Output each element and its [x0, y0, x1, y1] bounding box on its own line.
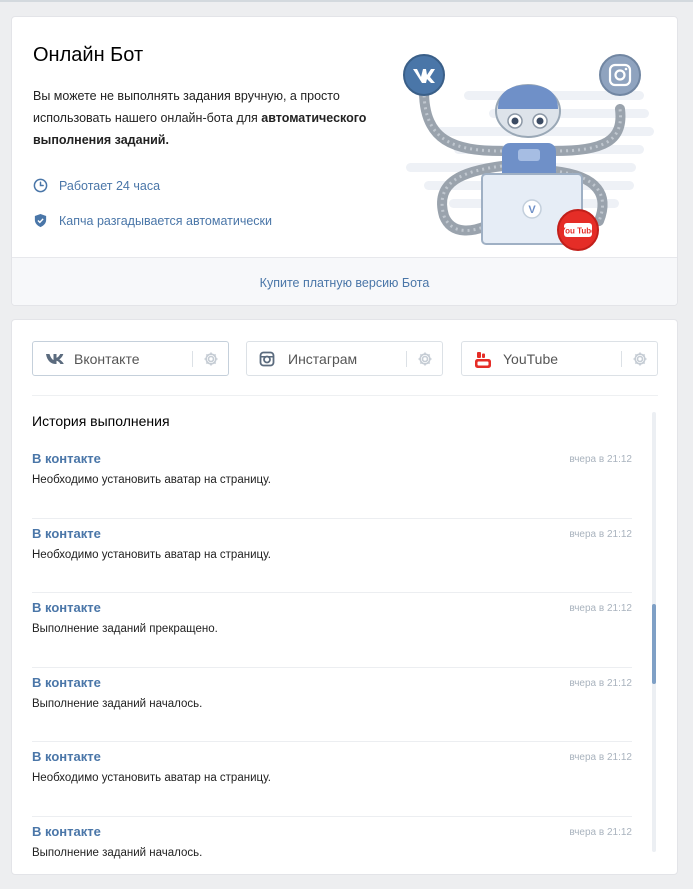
tab-label: Инстаграм	[288, 351, 358, 367]
feature-label: Капча разгадывается автоматически	[59, 213, 273, 228]
history-scrollbar-thumb[interactable]	[652, 604, 656, 684]
section-divider	[32, 395, 658, 396]
tab-divider	[192, 351, 193, 367]
history-item: В контакте вчера в 21:12 Необходимо уста…	[32, 519, 632, 593]
history-item-text: Необходимо установить аватар на страницу…	[32, 772, 271, 784]
tab-divider	[406, 351, 407, 367]
history-item-text: Необходимо установить аватар на страницу…	[32, 474, 271, 486]
tab-label: Вконтакте	[74, 351, 140, 367]
history-item: В контакте вчера в 21:12 Необходимо уста…	[32, 742, 632, 817]
history-item-time: вчера в 21:12	[569, 528, 632, 540]
buy-paid-version-link[interactable]: Купите платную версию Бота	[260, 276, 430, 290]
tasks-card: Вконтакте Инстаграм YouTube История выпо…	[11, 319, 678, 875]
history-title: История выполнения	[32, 413, 170, 429]
history-item-source[interactable]: В контакте	[32, 600, 101, 615]
history-scrollbar[interactable]	[652, 412, 656, 852]
history-item-text: Выполнение заданий началось.	[32, 846, 203, 859]
tab-instagram[interactable]: Инстаграм	[246, 341, 443, 376]
history-item: В контакте вчера в 21:12 Необходимо уста…	[32, 444, 632, 519]
robot-helmet	[498, 85, 558, 109]
network-tabs: Вконтакте Инстаграм YouTube	[32, 341, 658, 376]
history-item: В контакте вчера в 21:12 Выполнение зада…	[32, 668, 632, 742]
youtube-icon	[475, 352, 491, 368]
tab-divider	[621, 351, 622, 367]
laptop-logo: V	[528, 204, 536, 216]
bot-title: Онлайн Бот	[33, 44, 144, 66]
bot-footer: Купите платную версию Бота	[12, 257, 677, 305]
history-item-time: вчера в 21:12	[569, 603, 632, 614]
gear-icon[interactable]	[417, 351, 433, 367]
history-item-source[interactable]: В контакте	[32, 526, 101, 541]
bot-description: Вы можете не выполнять задания вручную, …	[33, 85, 393, 151]
history-item-time: вчера в 21:12	[569, 677, 632, 689]
history-item-time: вчера в 21:12	[569, 752, 632, 763]
feature-captcha: Капча разгадывается автоматически	[33, 213, 272, 228]
history-item-source[interactable]: В контакте	[32, 824, 101, 839]
history-item-time: вчера в 21:12	[569, 826, 632, 838]
feature-24-hours: Работает 24 часа	[33, 178, 160, 193]
feature-label: Работает 24 часа	[59, 178, 161, 193]
instagram-icon	[259, 351, 275, 367]
robot-illustration: V You Tube	[403, 54, 654, 251]
instagram-badge	[599, 54, 641, 96]
youtube-badge-label: You Tube	[560, 227, 596, 236]
history-item-source[interactable]: В контакте	[32, 675, 101, 690]
history-item: В контакте вчера в 21:12 Выполнение зада…	[32, 817, 632, 875]
history-item-text: Выполнение заданий прекращено.	[32, 623, 218, 635]
history-item-source[interactable]: В контакте	[32, 451, 101, 466]
tab-youtube[interactable]: YouTube	[461, 341, 658, 376]
gear-icon[interactable]	[632, 351, 648, 367]
history-item-text: Необходимо установить аватар на страницу…	[32, 548, 271, 561]
clock-icon	[33, 178, 48, 193]
vk-icon	[46, 354, 64, 364]
history-item-source[interactable]: В контакте	[32, 749, 101, 764]
tab-vkontakte[interactable]: Вконтакте	[32, 341, 229, 376]
shield-icon	[34, 213, 47, 228]
history-list: В контакте вчера в 21:12 Необходимо уста…	[32, 444, 632, 875]
online-bot-card: Онлайн Бот Вы можете не выполнять задани…	[11, 16, 678, 306]
gear-icon[interactable]	[203, 351, 219, 367]
top-border	[0, 0, 693, 2]
history-item: В контакте вчера в 21:12 Выполнение зада…	[32, 593, 632, 668]
history-item-text: Выполнение заданий началось.	[32, 697, 203, 710]
history-item-time: вчера в 21:12	[569, 454, 632, 465]
tab-label: YouTube	[503, 351, 559, 367]
